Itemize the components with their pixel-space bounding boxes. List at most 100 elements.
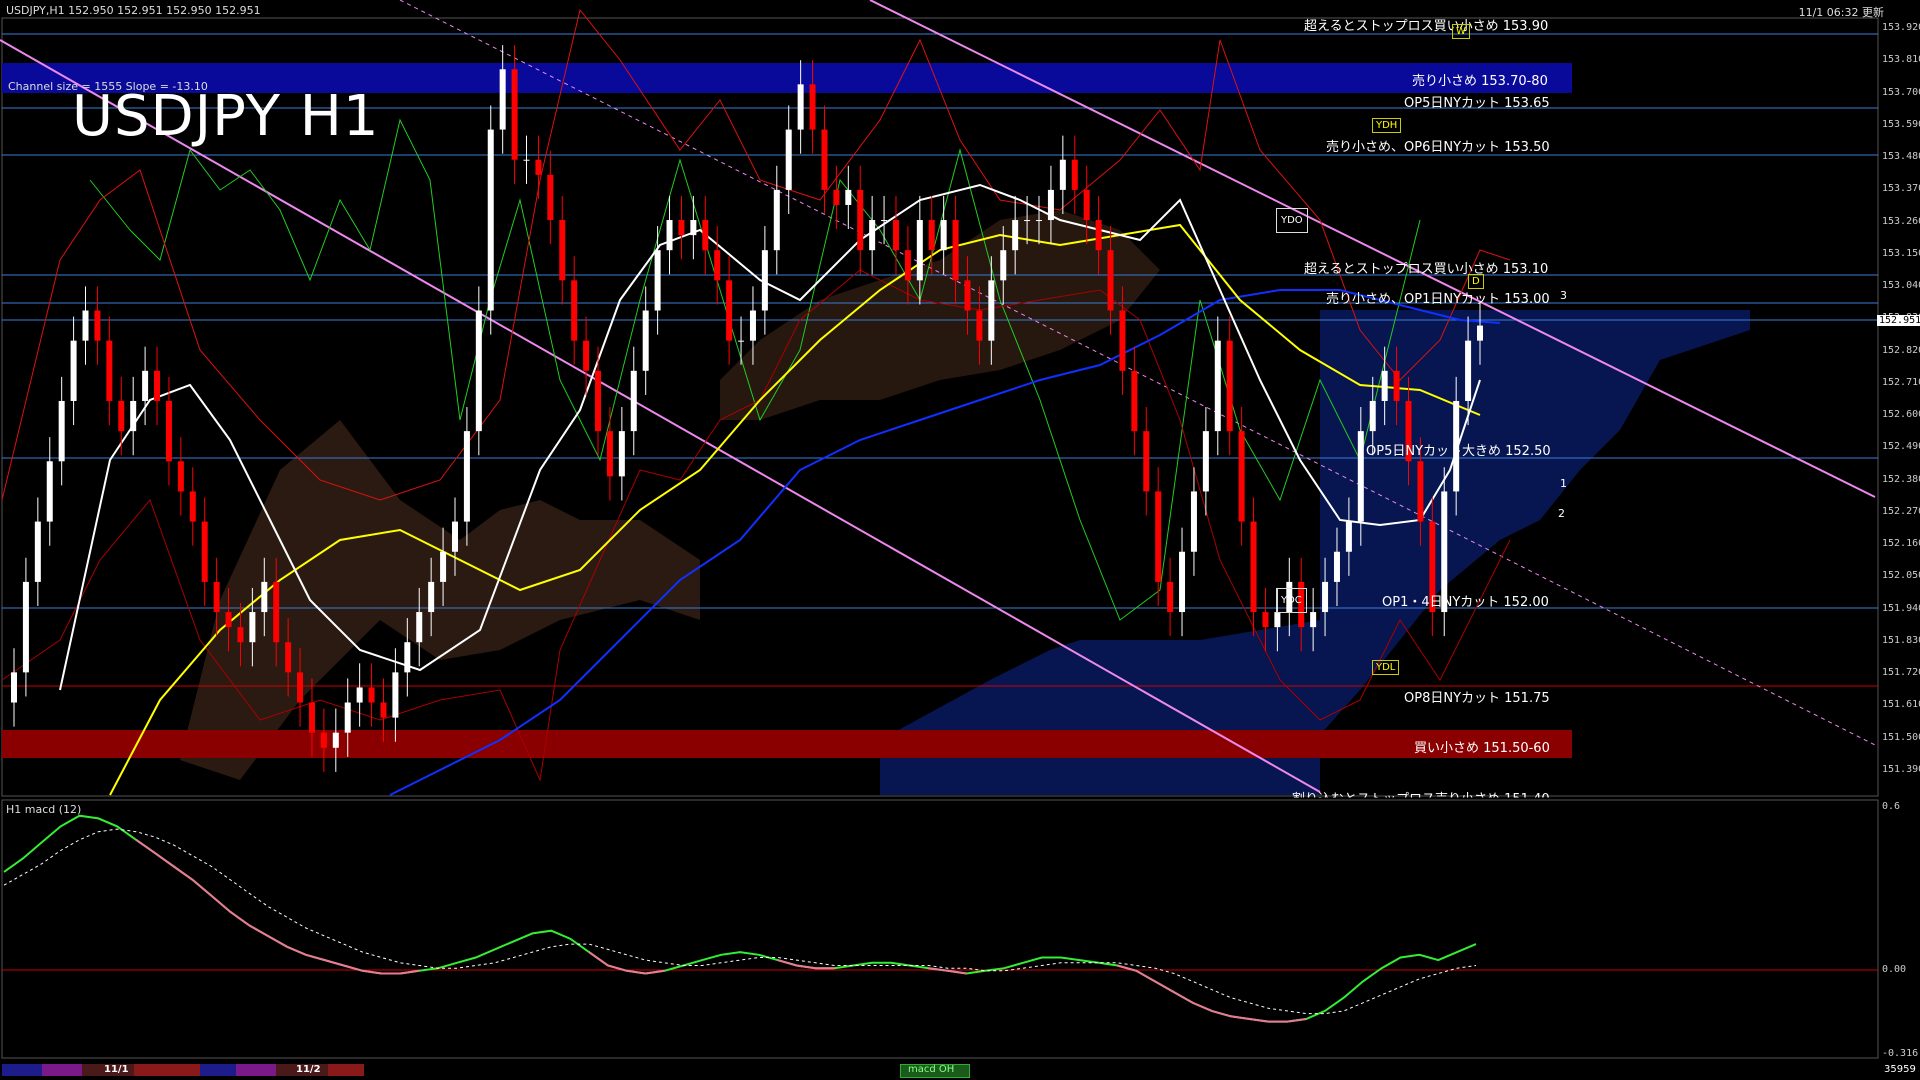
candle-body [952,220,959,281]
price-axis-label: 153.370 [1882,183,1920,195]
candle-body [642,310,649,371]
candle-body [702,220,709,251]
candle-body [1119,310,1126,371]
candle-body [1071,159,1078,190]
price-axis-label: 153.700 [1882,86,1920,98]
price-axis-label: 151.610 [1882,699,1920,711]
candle-body [1333,551,1340,582]
candle-body [1012,220,1019,251]
updated-datetime: 11/1 06:32 更新 [1798,6,1884,19]
price-axis-label: 152.600 [1882,409,1920,420]
candle-body [1095,220,1102,251]
candle-body [368,687,375,703]
candle-body [630,370,637,432]
candle-body [1250,521,1257,613]
price-axis-label: 153.810 [1882,54,1920,66]
candle-body [511,69,518,160]
current-price-marker: 152.951 [1877,315,1920,326]
bottom-swatch-4 [134,1064,200,1076]
candle-body [809,84,816,130]
candle-body [130,400,137,432]
buy-zone-band [2,730,1572,758]
candle-body [976,310,983,341]
candle-body [225,612,232,628]
bottom-swatch-2 [42,1064,82,1076]
candle-body [773,189,780,251]
price-axis-label: 153.150 [1882,247,1920,259]
candle-body [201,521,208,582]
candle-body [70,340,77,401]
price-axis-label: 151.720 [1882,667,1920,678]
candle-body [440,551,447,582]
candle-body [869,220,876,251]
tag-ydl: YDL [1372,660,1400,675]
annotation-stoploss-buy-153-90: 超えるとストップロス買い小さめ 153.90 [1304,19,1549,34]
bottom-swatch-8 [328,1064,364,1076]
tag-w: W [1452,24,1470,39]
candle-body [1357,431,1364,522]
macd-pane-label: H1 macd (12) [6,803,82,816]
candle-body [690,220,697,236]
candle-body [1024,220,1031,222]
price-axis-label: 153.920 [1882,22,1920,33]
candle-body [285,642,292,673]
candle-body [118,400,125,432]
candle-body [881,220,888,222]
candle-body [416,612,423,643]
candle-body [261,581,268,613]
price-axis-label: 152.160 [1882,538,1920,549]
candle-body [1036,220,1043,222]
candle-body [94,310,101,341]
candle-body [1190,491,1197,552]
candle-body [142,370,149,401]
candle-body [833,189,840,205]
candle-body [1083,189,1090,221]
candle-body [58,400,65,462]
candle-body [1465,340,1472,401]
price-axis-label: 152.380 [1882,473,1920,485]
candle-body [749,310,756,341]
date-label-11-2: 11/2 [296,1064,321,1075]
candle-body [857,189,864,251]
candle-body [523,159,530,161]
annotation-sell-op6-153-50: 売り小さめ、OP6日NYカット 153.50 [1326,140,1550,155]
candle-body [237,627,244,643]
candle-body [654,250,661,311]
candle-body [547,174,554,221]
candle-body [845,189,852,205]
candle-body [738,340,745,342]
candle-body [595,370,602,432]
candle-body [34,521,41,582]
macd-button-label: macd OH [908,1064,955,1075]
candle-body [571,280,578,341]
candle-body [988,280,995,341]
candle-body [11,672,17,703]
candle-body [928,220,935,251]
bottom-swatch-1 [2,1064,42,1076]
candle-body [714,250,721,281]
price-axis-label: 152.820 [1882,344,1920,356]
candle-body [82,310,89,341]
candle-body [535,159,542,175]
candle-body [1226,340,1233,432]
candle-body [1059,159,1066,190]
candle-body [1143,431,1150,492]
annotation-op8-151-75: OP8日NYカット 151.75 [1404,691,1550,706]
bottom-swatch-6 [236,1064,276,1076]
candle-body [428,581,435,613]
candle-body [451,521,458,552]
ichimoku-cloud-dotted-mid [720,210,1160,420]
tag-ydo: YDO [1276,208,1308,233]
candle-body [297,672,304,703]
candle-body [1417,461,1424,522]
annotation-op5-152-50: OP5日NYカット大きめ 152.50 [1366,444,1551,459]
macd-negative-segment [135,838,420,975]
price-axis-label: 153.590 [1882,118,1920,130]
price-axis-label: 152.270 [1882,505,1920,517]
price-axis-label: 152.710 [1882,376,1920,388]
candle-body [940,220,947,251]
macd-pane-frame [1,799,1879,1059]
candle-body [332,732,339,748]
candle-body [356,687,363,703]
candle-body [320,732,327,748]
